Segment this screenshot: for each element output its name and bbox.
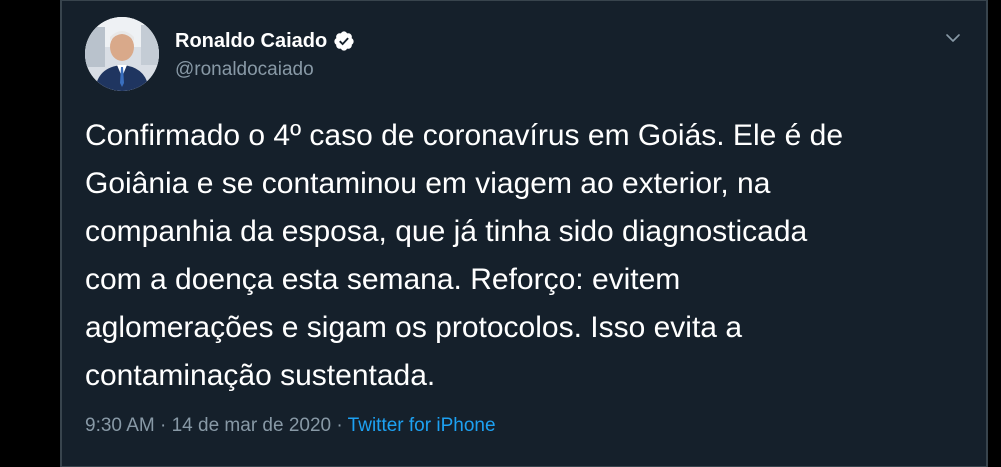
tweet-date[interactable]: 14 de mar de 2020 — [172, 415, 332, 436]
verified-badge-icon — [333, 30, 355, 52]
tweet-time[interactable]: 9:30 AM — [85, 415, 155, 436]
author-handle[interactable]: @ronaldocaiado — [175, 59, 314, 81]
meta-separator: · — [154, 415, 172, 436]
avatar[interactable] — [85, 17, 159, 91]
tweet-source-link[interactable]: Twitter for iPhone — [348, 415, 496, 436]
tweet-meta: 9:30 AM · 14 de mar de 2020 · Twitter fo… — [85, 413, 496, 439]
avatar-image — [85, 17, 159, 91]
tweet-menu-button[interactable] — [939, 24, 967, 52]
author-name-row[interactable]: Ronaldo Caiado — [175, 29, 355, 53]
author-name[interactable]: Ronaldo Caiado — [175, 29, 327, 53]
tweet-card: Ronaldo Caiado @ronaldocaiado Confirmado… — [60, 0, 988, 467]
meta-separator-2: · — [331, 415, 348, 436]
chevron-down-icon — [946, 34, 960, 42]
tweet-text: Confirmado o 4º caso de coronavírus em G… — [85, 119, 844, 392]
